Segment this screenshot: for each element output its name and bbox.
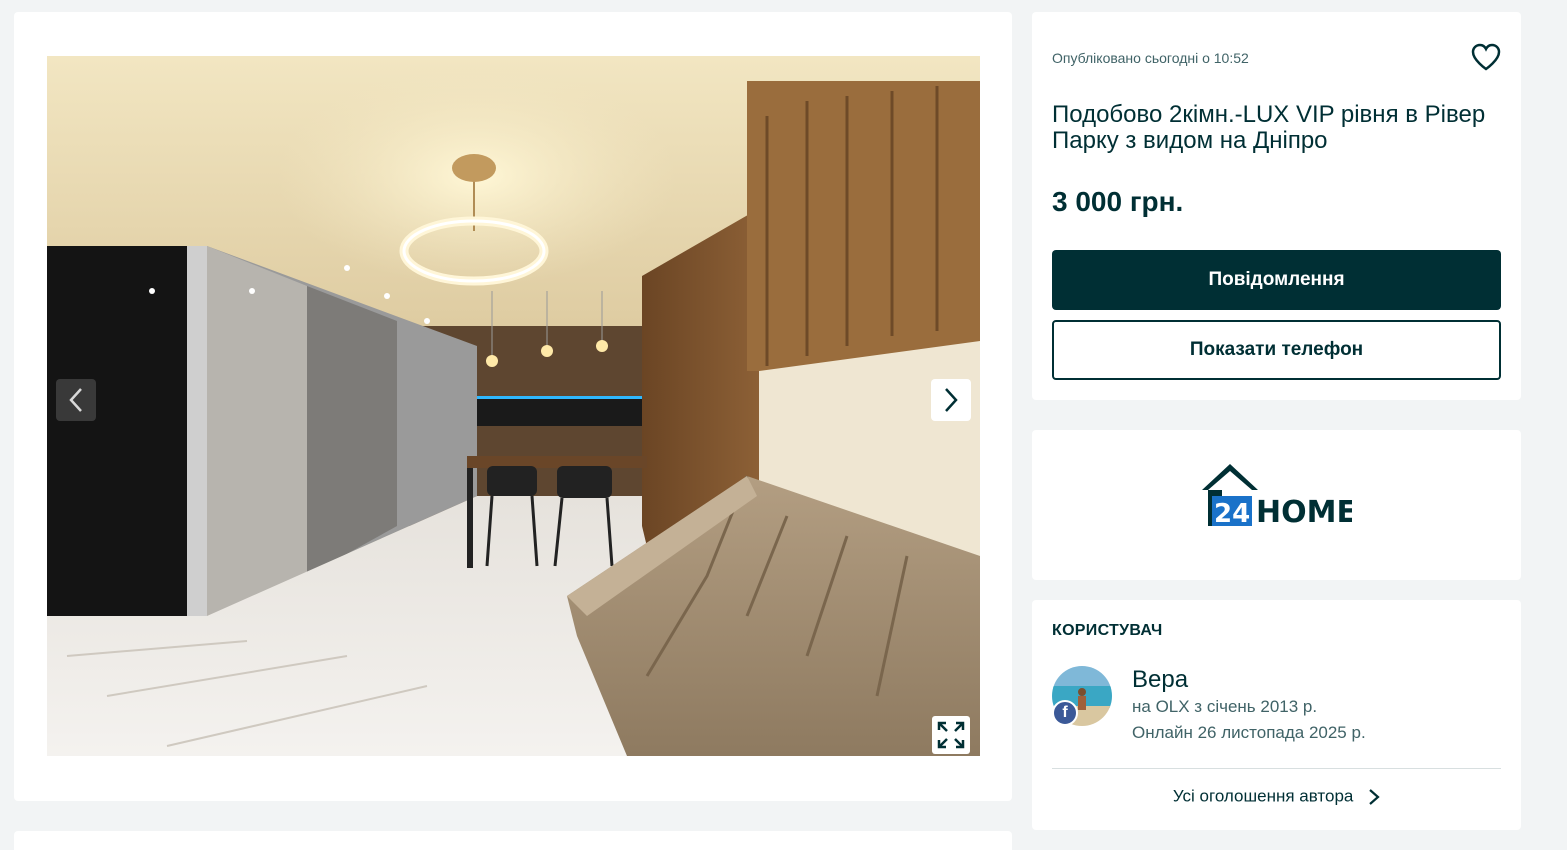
posted-date: Опубліковано сьогодні о 10:52 <box>1052 50 1249 66</box>
description-card <box>14 831 1012 850</box>
svg-text:24: 24 <box>1214 499 1250 529</box>
chevron-right-icon <box>1369 788 1380 805</box>
ad-price: 3 000 грн. <box>1052 186 1184 217</box>
ad-info-card: Опубліковано сьогодні о 10:52 Подобово 2… <box>1032 12 1521 400</box>
heart-icon <box>1471 43 1501 71</box>
chevron-left-icon <box>69 388 82 412</box>
user-name[interactable]: Вера <box>1132 666 1188 694</box>
svg-text:HOME: HOME <box>1256 495 1352 530</box>
divider <box>1052 768 1501 769</box>
user-card: КОРИСТУВАЧ f Вера на OLX з січень 2013 р… <box>1032 600 1521 830</box>
previous-photo-button[interactable] <box>56 379 96 421</box>
ad-title: Подобово 2кімн.-LUX VIP рівня в Рівер Па… <box>1052 101 1486 154</box>
user-last-online: Онлайн 26 листопада 2025 р. <box>1132 723 1366 742</box>
photo-gallery <box>14 12 1012 801</box>
expand-icon <box>937 721 965 749</box>
listing-photo[interactable] <box>47 56 980 756</box>
all-author-ads-link[interactable]: Усі оголошення автора <box>1032 786 1521 807</box>
all-author-ads-label: Усі оголошення автора <box>1172 786 1354 806</box>
company-logo[interactable]: 24 HOME <box>1200 460 1357 535</box>
message-button[interactable]: Повідомлення <box>1052 250 1501 310</box>
facebook-badge-icon: f <box>1052 700 1078 726</box>
chevron-right-icon <box>945 388 958 412</box>
company-logo-card: 24 HOME <box>1032 430 1521 580</box>
next-photo-button[interactable] <box>931 379 971 421</box>
fullscreen-button[interactable] <box>932 716 970 754</box>
favorite-button[interactable] <box>1471 42 1501 72</box>
show-phone-button[interactable]: Показати телефон <box>1052 320 1501 380</box>
user-section-title: КОРИСТУВАЧ <box>1052 622 1163 639</box>
user-member-since: на OLX з січень 2013 р. <box>1132 697 1318 716</box>
